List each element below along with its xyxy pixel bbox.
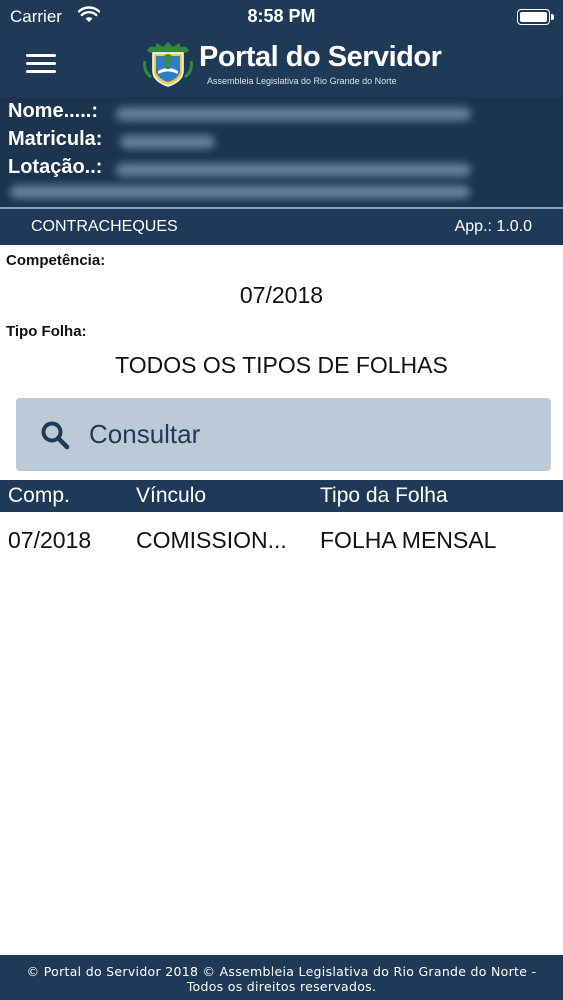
redacted-lotacao-line2: [10, 185, 470, 199]
section-bar: CONTRACHEQUES App.: 1.0.0: [0, 209, 563, 245]
column-header-vinculo: Vínculo: [136, 484, 207, 507]
consultar-button[interactable]: Consultar: [16, 398, 551, 471]
clock: 8:58 PM: [247, 6, 316, 26]
competencia-label: Competência:: [6, 252, 106, 269]
cell-tipo-folha: FOLHA MENSAL: [320, 527, 497, 553]
status-bar: Carrier 8:58 PM: [0, 0, 563, 34]
footer: © Portal do Servidor 2018 © Assembleia L…: [0, 955, 563, 1000]
user-lotacao-row: Lotação..:: [8, 156, 102, 179]
app-version: App.: 1.0.0: [454, 218, 532, 235]
column-header-comp: Comp.: [8, 484, 70, 507]
tipo-folha-label: Tipo Folha:: [6, 323, 87, 340]
matricula-label: Matricula:: [8, 128, 103, 150]
cell-comp: 07/2018: [8, 527, 92, 553]
redacted-lotacao-line1: [116, 163, 471, 177]
redacted-matricula: [120, 135, 215, 149]
crest-icon: [143, 42, 193, 87]
tipo-folha-picker[interactable]: TODOS OS TIPOS DE FOLHAS: [0, 352, 563, 379]
user-name-row: Nome.....:: [8, 100, 98, 123]
app-title: Portal do Servidor: [199, 41, 442, 73]
search-icon: [41, 421, 70, 450]
footer-rights: Todos os direitos reservados.: [186, 979, 377, 994]
hamburger-menu-icon[interactable]: [26, 51, 56, 75]
navigation-bar: Portal do Servidor Assembleia Legislativ…: [0, 34, 563, 97]
column-header-tipo-folha: Tipo da Folha: [320, 484, 448, 507]
user-matricula-row: Matricula:: [8, 128, 102, 151]
lotacao-label: Lotação..:: [8, 156, 103, 178]
app-subtitle: Assembleia Legislativa do Rio Grande do …: [207, 76, 397, 86]
footer-copyright: © Portal do Servidor 2018 © Assembleia L…: [26, 964, 537, 979]
consultar-label: Consultar: [89, 419, 201, 449]
portal-logo: Portal do Servidor Assembleia Legislativ…: [143, 39, 442, 91]
app-header: Carrier 8:58 PM Portal do Servidor Assem…: [0, 0, 563, 97]
cell-vinculo: COMISSION...: [136, 527, 287, 553]
redacted-name: [116, 107, 471, 121]
battery-icon: [517, 9, 554, 25]
table-header: Comp. Vínculo Tipo da Folha: [0, 480, 563, 512]
table-row[interactable]: 07/2018 COMISSION... FOLHA MENSAL: [0, 514, 563, 562]
name-label: Nome.....:: [8, 100, 99, 122]
section-title: CONTRACHEQUES: [31, 218, 178, 235]
user-info-panel: Nome.....: Matricula: Lotação..:: [0, 97, 563, 207]
competencia-picker[interactable]: 07/2018: [0, 282, 563, 309]
